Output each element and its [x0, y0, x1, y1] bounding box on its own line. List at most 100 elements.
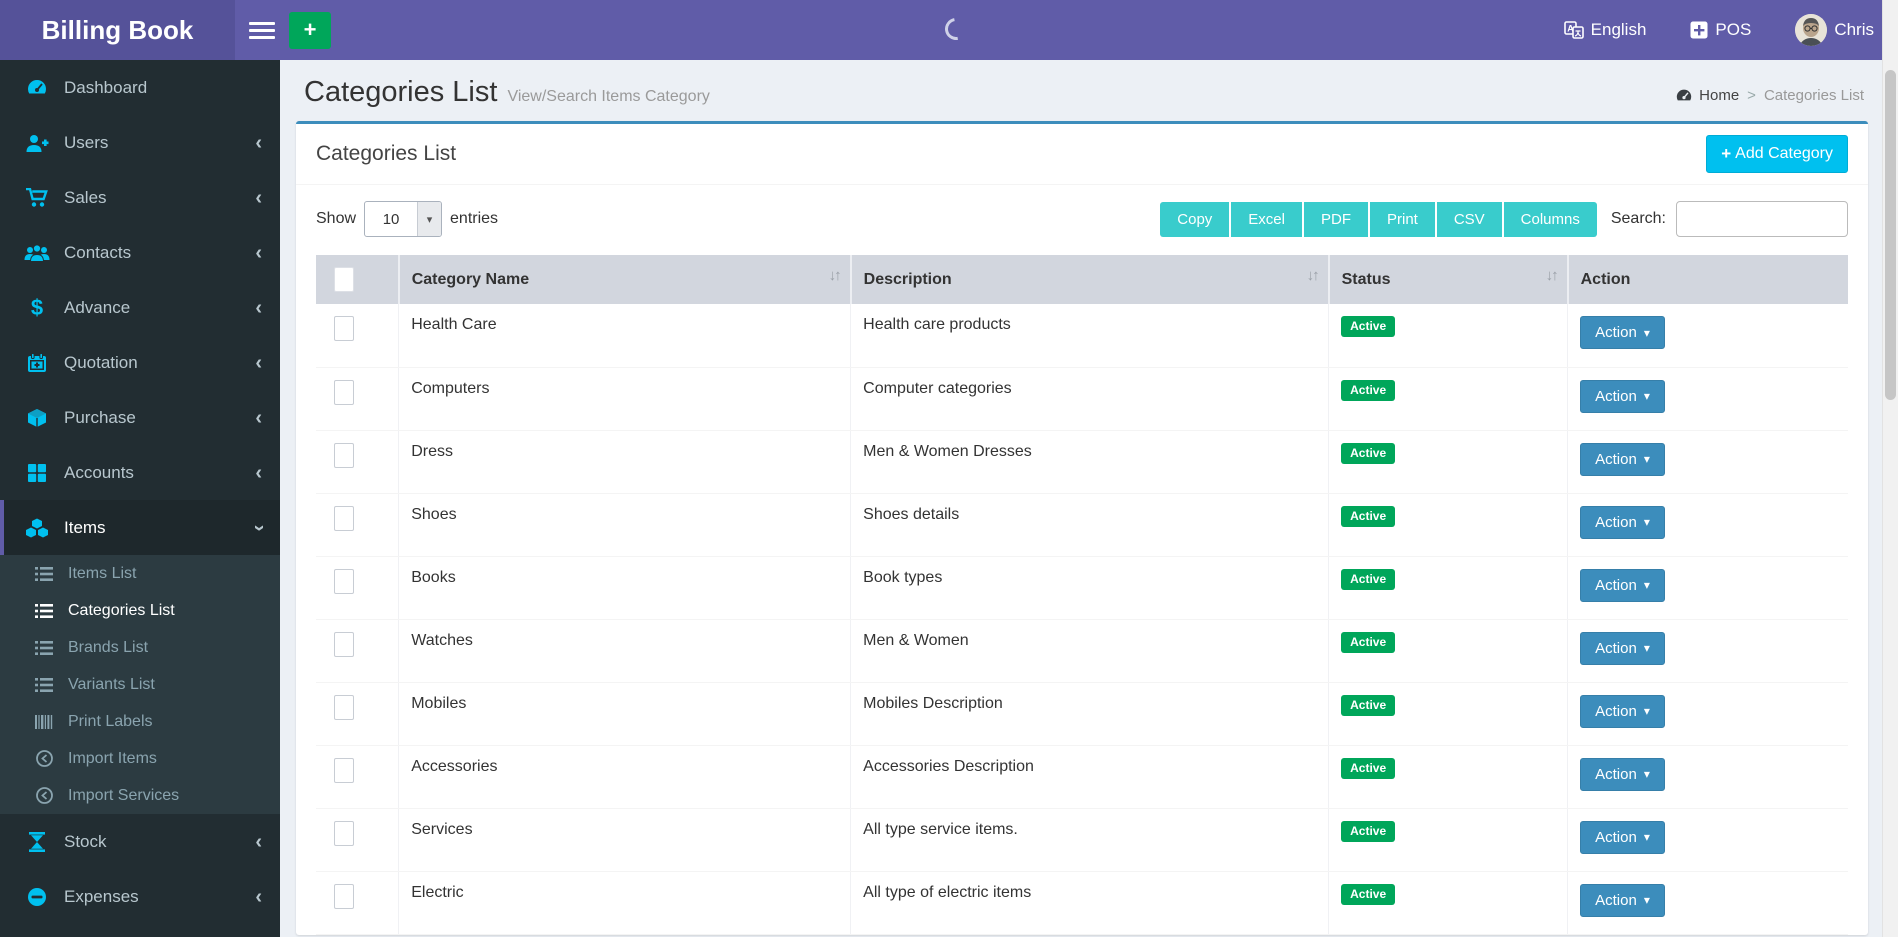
excel-button[interactable]: Excel: [1231, 202, 1304, 237]
status-badge: Active: [1341, 695, 1395, 716]
action-dropdown-button[interactable]: Action▾: [1580, 821, 1665, 854]
status-badge: Active: [1341, 506, 1395, 527]
status-badge: Active: [1341, 443, 1395, 464]
brand-logo[interactable]: Billing Book: [0, 0, 235, 60]
toolbar-right: Copy Excel PDF Print CSV Columns Search:: [1160, 201, 1848, 237]
sidebar-item-import-items[interactable]: Import Items: [0, 740, 280, 777]
sidebar-item-dashboard[interactable]: Dashboard: [0, 60, 280, 115]
action-dropdown-button[interactable]: Action▾: [1580, 884, 1665, 917]
action-dropdown-button[interactable]: Action▾: [1580, 380, 1665, 413]
row-checkbox[interactable]: [334, 758, 354, 783]
status-badge: Active: [1341, 316, 1395, 337]
status-badge: Active: [1341, 884, 1395, 905]
row-checkbox[interactable]: [334, 506, 354, 531]
sidebar-item-import-services[interactable]: Import Services: [0, 777, 280, 814]
sidebar-item-expenses[interactable]: Expenses ‹: [0, 869, 280, 924]
sidebar-item-sales[interactable]: Sales ‹: [0, 170, 280, 225]
chevron-down-icon: ‹: [249, 524, 269, 531]
table-row: Shoes Shoes details Active Action▾: [316, 493, 1848, 556]
sidebar-item-advance[interactable]: $ Advance ‹: [0, 280, 280, 335]
breadcrumb-home[interactable]: Home: [1675, 87, 1739, 104]
breadcrumb-current: Categories List: [1764, 87, 1864, 104]
sidebar-item-brands-list[interactable]: Brands List: [0, 629, 280, 666]
row-checkbox[interactable]: [334, 884, 354, 909]
action-dropdown-button[interactable]: Action▾: [1580, 758, 1665, 791]
list-icon: [32, 604, 56, 618]
dashboard-icon: [1675, 88, 1693, 104]
sidebar-toggle-hamburger-icon[interactable]: [249, 18, 275, 43]
pos-menu[interactable]: POS: [1690, 20, 1751, 40]
sidebar-item-variants-list[interactable]: Variants List: [0, 666, 280, 703]
sidebar-item-print-labels[interactable]: Print Labels: [0, 703, 280, 740]
caret-down-icon: ▾: [1644, 704, 1650, 718]
language-menu[interactable]: A English: [1564, 20, 1647, 40]
row-checkbox[interactable]: [334, 821, 354, 846]
page-length-value: 10: [365, 202, 417, 236]
select-all-checkbox[interactable]: [334, 267, 354, 292]
row-checkbox[interactable]: [334, 380, 354, 405]
add-category-button[interactable]: + Add Category: [1706, 135, 1848, 173]
user-name: Chris: [1834, 20, 1874, 40]
sidebar-item-quotation[interactable]: Quotation ‹: [0, 335, 280, 390]
app-window: Billing Book + A English: [0, 0, 1898, 937]
caret-down-icon: ▾: [1644, 452, 1650, 466]
scrollbar-thumb[interactable]: [1885, 70, 1896, 400]
sidebar-item-stock[interactable]: Stock ‹: [0, 814, 280, 869]
sidebar-item-items[interactable]: Items ‹: [0, 500, 280, 555]
action-dropdown-button[interactable]: Action▾: [1580, 695, 1665, 728]
search-label: Search:: [1611, 210, 1666, 228]
row-checkbox[interactable]: [334, 569, 354, 594]
table-row: Mobiles Mobiles Description Active Actio…: [316, 682, 1848, 745]
caret-down-icon: ▾: [1644, 515, 1650, 529]
page-length-select[interactable]: 10 ▾: [364, 201, 442, 237]
row-checkbox[interactable]: [334, 632, 354, 657]
sort-icon: ↓↑: [829, 267, 840, 284]
category-name-cell: Watches: [399, 619, 851, 682]
select-all-header: [316, 255, 399, 304]
sidebar-item-purchase[interactable]: Purchase ‹: [0, 390, 280, 445]
table-row: Computers Computer categories Active Act…: [316, 367, 1848, 430]
description-cell: Men & Women: [851, 619, 1329, 682]
column-header-category-name[interactable]: Category Name ↓↑: [399, 255, 851, 304]
action-dropdown-button[interactable]: Action▾: [1580, 632, 1665, 665]
csv-button[interactable]: CSV: [1437, 202, 1504, 237]
sidebar-item-items-list[interactable]: Items List: [0, 555, 280, 592]
row-checkbox[interactable]: [334, 316, 354, 341]
loading-spinner-icon: [941, 14, 972, 45]
list-icon: [32, 641, 56, 655]
action-dropdown-button[interactable]: Action▾: [1580, 506, 1665, 539]
minus-circle-icon: [24, 887, 50, 907]
action-dropdown-button[interactable]: Action▾: [1580, 443, 1665, 476]
caret-down-icon: ▾: [1644, 893, 1650, 907]
table-row: Accessories Accessories Description Acti…: [316, 745, 1848, 808]
list-icon: [32, 678, 56, 692]
chevron-left-icon: ‹: [255, 463, 262, 483]
action-dropdown-button[interactable]: Action▾: [1580, 569, 1665, 602]
column-header-status[interactable]: Status ↓↑: [1329, 255, 1568, 304]
column-header-description[interactable]: Description ↓↑: [851, 255, 1329, 304]
copy-button[interactable]: Copy: [1160, 202, 1231, 237]
search-input[interactable]: [1676, 201, 1848, 237]
print-button[interactable]: Print: [1370, 202, 1437, 237]
row-checkbox[interactable]: [334, 695, 354, 720]
caret-down-icon: ▾: [1644, 767, 1650, 781]
items-submenu: Items List Categories List: [0, 555, 280, 814]
caret-down-icon: ▾: [1644, 389, 1650, 403]
category-name-cell: Services: [399, 808, 851, 871]
quick-add-button[interactable]: +: [289, 12, 331, 49]
row-checkbox[interactable]: [334, 443, 354, 468]
sort-icon: ↓↑: [1546, 267, 1557, 284]
sidebar-item-categories-list[interactable]: Categories List: [0, 592, 280, 629]
columns-button[interactable]: Columns: [1504, 202, 1597, 237]
dollar-icon: $: [24, 295, 50, 321]
pdf-button[interactable]: PDF: [1304, 202, 1370, 237]
sidebar-item-users[interactable]: Users ‹: [0, 115, 280, 170]
user-menu[interactable]: Chris: [1795, 14, 1874, 46]
action-dropdown-button[interactable]: Action▾: [1580, 316, 1665, 349]
grid-icon: [24, 463, 50, 483]
sidebar-item-contacts[interactable]: Contacts ‹: [0, 225, 280, 280]
sidebar-item-accounts[interactable]: Accounts ‹: [0, 445, 280, 500]
calendar-plus-icon: [24, 353, 50, 373]
table-toolbar: Show 10 ▾ entries Copy Excel PDF Print: [296, 185, 1868, 245]
vertical-scrollbar[interactable]: [1882, 0, 1898, 937]
